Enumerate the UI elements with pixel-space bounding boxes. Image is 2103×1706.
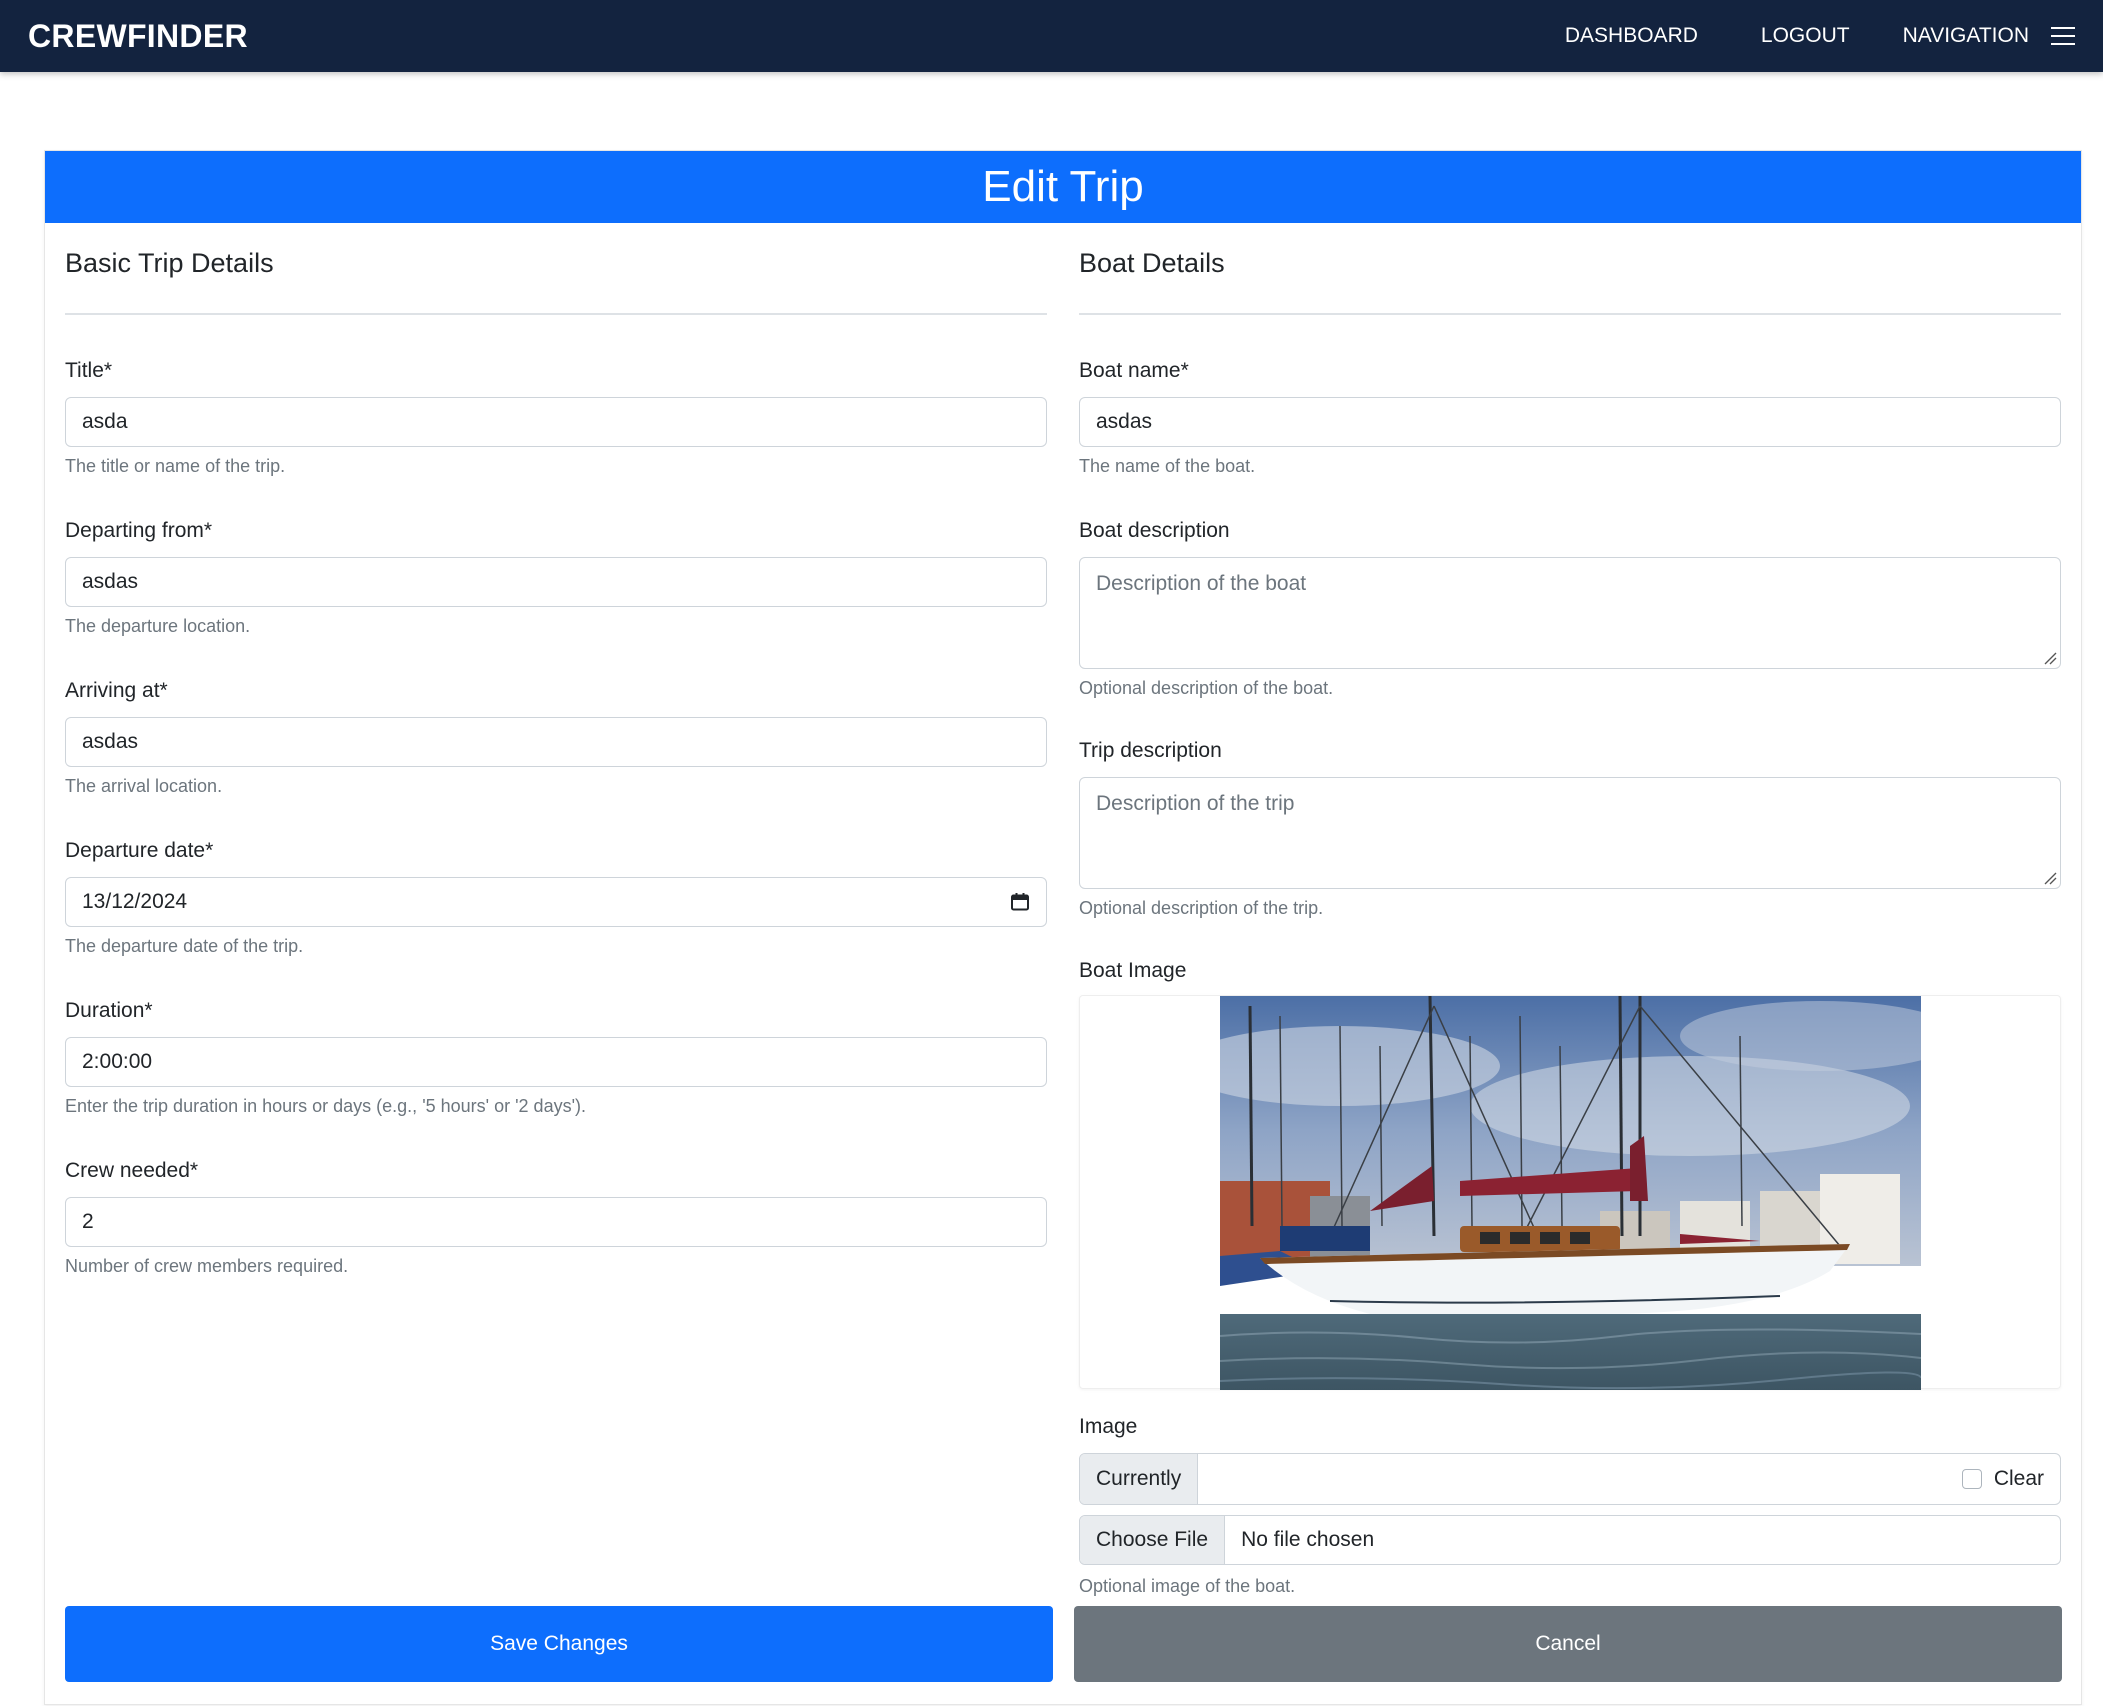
image-label: Image: [1079, 1415, 1138, 1438]
boat-details-heading: Boat Details: [1079, 243, 2061, 315]
trip-description-field: Trip description Description of the trip…: [1079, 737, 2061, 919]
save-changes-button[interactable]: Save Changes: [65, 1606, 1053, 1682]
departing-from-label: Departing from*: [65, 519, 213, 542]
card-title: Edit Trip: [45, 151, 2081, 223]
choose-file-button[interactable]: Choose File: [1080, 1516, 1226, 1564]
duration-input[interactable]: 2:00:00: [65, 1037, 1047, 1087]
boat-image-label: Boat Image: [1079, 959, 1187, 982]
title-field: Title* asda The title or name of the tri…: [65, 357, 1047, 477]
departing-from-input[interactable]: asdas: [65, 557, 1047, 607]
image-help: Optional image of the boat.: [1079, 1576, 1296, 1596]
resize-grip-icon[interactable]: [2043, 651, 2057, 665]
boat-description-placeholder: Description of the boat: [1096, 572, 1307, 595]
boat-description-field: Boat description Description of the boat…: [1079, 517, 2061, 699]
clear-checkbox-area: Clear: [1198, 1454, 2060, 1504]
boat-details-column: Boat Details Boat name* asdas The name o…: [1079, 223, 2061, 1597]
arriving-at-input[interactable]: asdas: [65, 717, 1047, 767]
crew-needed-field: Crew needed* 2 Number of crew members re…: [65, 1157, 1047, 1277]
crew-needed-help: Number of crew members required.: [65, 1256, 349, 1276]
file-status: No file chosen: [1241, 1528, 1375, 1551]
boat-image-frame: [1079, 995, 2061, 1390]
boat-description-label: Boat description: [1079, 519, 1230, 542]
trip-description-help: Optional description of the trip.: [1079, 898, 1324, 918]
trip-description-textarea[interactable]: Description of the trip: [1079, 777, 2061, 889]
departing-from-help: The departure location.: [65, 616, 251, 636]
duration-help: Enter the trip duration in hours or days…: [65, 1096, 587, 1116]
clear-label[interactable]: Clear: [1994, 1467, 2044, 1491]
current-image-group: Currently Clear: [1079, 1453, 2061, 1505]
trip-description-label: Trip description: [1079, 739, 1222, 762]
image-upload-field: Image Currently Clear Choose File No fil…: [1079, 1413, 2061, 1597]
boat-name-field: Boat name* asdas The name of the boat.: [1079, 357, 2061, 477]
crew-needed-input[interactable]: 2: [65, 1197, 1047, 1247]
clear-checkbox[interactable]: [1961, 1469, 1982, 1489]
boat-photo: [1219, 996, 1921, 1390]
boat-description-help: Optional description of the boat.: [1079, 678, 1334, 698]
currently-label: Currently: [1080, 1454, 1199, 1504]
departure-date-help: The departure date of the trip.: [65, 936, 304, 956]
resize-grip-icon[interactable]: [2043, 871, 2057, 885]
departing-from-field: Departing from* asdas The departure loca…: [65, 517, 1047, 637]
nav-link-dashboard[interactable]: DASHBOARD: [1565, 24, 1698, 48]
crew-needed-label: Crew needed*: [65, 1159, 199, 1182]
file-input[interactable]: Choose File No file chosen: [1079, 1515, 2061, 1565]
basic-trip-details-heading: Basic Trip Details: [65, 243, 1047, 315]
title-help: The title or name of the trip.: [65, 456, 286, 476]
boat-name-input[interactable]: asdas: [1079, 397, 2061, 447]
edit-trip-card: Edit Trip Basic Trip Details Title* asda…: [44, 150, 2082, 1705]
duration-label: Duration*: [65, 999, 153, 1022]
departure-date-value: 13/12/2024: [82, 890, 188, 913]
hamburger-menu-icon: [2051, 27, 2075, 45]
title-label: Title*: [65, 359, 113, 382]
nav-link-logout[interactable]: LOGOUT: [1761, 24, 1850, 48]
boat-description-textarea[interactable]: Description of the boat: [1079, 557, 2061, 669]
departure-date-label: Departure date*: [65, 839, 214, 862]
boat-name-help: The name of the boat.: [1079, 456, 1256, 476]
departure-date-field: Departure date* 13/12/2024 The departure…: [65, 837, 1047, 957]
basic-trip-details-column: Basic Trip Details Title* asda The title…: [65, 223, 1047, 1277]
duration-field: Duration* 2:00:00 Enter the trip duratio…: [65, 997, 1047, 1117]
cancel-button[interactable]: Cancel: [1074, 1606, 2062, 1682]
departure-date-input[interactable]: 13/12/2024: [65, 877, 1047, 927]
navigation-toggle-button[interactable]: NAVIGATION: [1903, 24, 2075, 48]
arriving-at-field: Arriving at* asdas The arrival location.: [65, 677, 1047, 797]
title-input[interactable]: asda: [65, 397, 1047, 447]
boat-image-section: Boat Image: [1079, 957, 2061, 1390]
arriving-at-help: The arrival location.: [65, 776, 223, 796]
arriving-at-label: Arriving at*: [65, 679, 168, 702]
nav-links: DASHBOARD LOGOUT NAVIGATION: [1502, 24, 2075, 48]
brand-logo[interactable]: CREWFINDER: [28, 18, 248, 55]
boat-name-label: Boat name*: [1079, 359, 1189, 382]
navigation-toggle-label: NAVIGATION: [1902, 24, 2029, 47]
calendar-icon[interactable]: [1010, 892, 1030, 912]
trip-description-placeholder: Description of the trip: [1096, 792, 1295, 815]
top-navbar: CREWFINDER DASHBOARD LOGOUT NAVIGATION: [0, 0, 2103, 72]
